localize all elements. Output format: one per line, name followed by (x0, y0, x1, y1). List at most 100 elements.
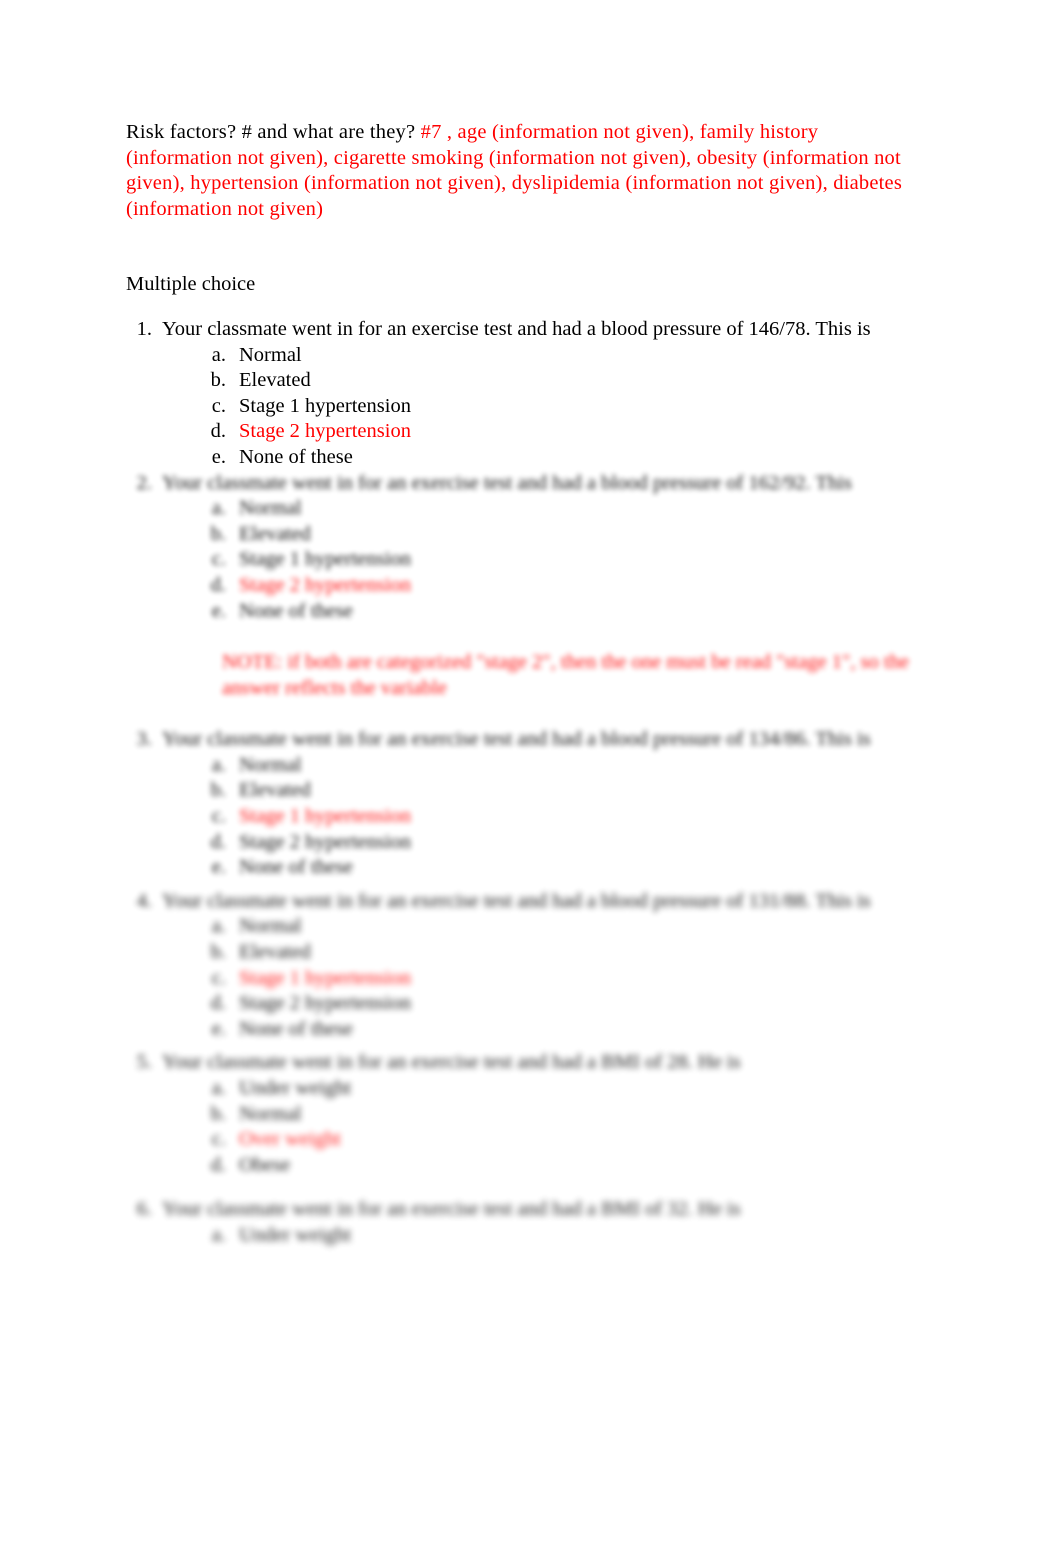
option-letter: c. (211, 394, 226, 417)
option-text: Over weight (239, 1128, 341, 1151)
question-text: Your classmate went in for an exercise t… (162, 317, 871, 340)
option-text: Stage 1 hypertension (239, 548, 411, 571)
option-text: Stage 2 hypertension (239, 573, 411, 596)
option-letter: d. (210, 420, 226, 443)
question-item: 1. Your classmate went in for an exercis… (126, 317, 926, 471)
option-letter: b. (210, 1102, 226, 1125)
option-text: Elevated (239, 779, 311, 802)
option-item[interactable]: b. Elevated (126, 368, 926, 394)
document-page: Risk factors? # and what are they? #7 , … (0, 0, 1062, 1561)
option-text: Normal (239, 343, 302, 366)
option-letter: a. (211, 753, 226, 776)
option-letter: c. (211, 966, 226, 989)
option-item[interactable]: c. Stage 1 hypertension (126, 547, 926, 573)
option-item[interactable]: e. None of these (126, 1017, 926, 1043)
option-item[interactable]: e. None of these (126, 445, 926, 471)
option-letter: e. (211, 1017, 226, 1040)
option-item[interactable]: b. Elevated (126, 940, 926, 966)
option-list: a. Normal b. Elevated c. Stage 1 hyperte… (126, 753, 926, 881)
option-text: Elevated (239, 369, 311, 392)
question-number: 4. (136, 889, 152, 912)
option-text: Stage 2 hypertension (239, 420, 411, 443)
option-letter: e. (211, 445, 226, 468)
option-text: Normal (239, 753, 302, 776)
option-text: Stage 2 hypertension (239, 992, 411, 1015)
question-number: 6. (136, 1198, 152, 1221)
question-number: 1. (136, 317, 152, 340)
option-letter: b. (210, 779, 226, 802)
option-letter: e. (211, 856, 226, 879)
intro-paragraph: Risk factors? # and what are they? #7 , … (126, 120, 926, 222)
option-item[interactable]: a. Normal (126, 496, 926, 522)
question-text: Your classmate went in for an exercise t… (162, 1051, 741, 1074)
option-item[interactable]: e. None of these (126, 855, 926, 881)
option-item[interactable]: a. Normal (126, 753, 926, 779)
option-item-selected[interactable]: d. Stage 2 hypertension (126, 419, 926, 445)
option-item-selected[interactable]: c. Stage 1 hypertension (126, 804, 926, 830)
option-text: Elevated (239, 522, 311, 545)
option-text: Normal (239, 1102, 302, 1125)
question-stem: 4. Your classmate went in for an exercis… (126, 889, 926, 915)
option-text: Stage 1 hypertension (239, 805, 411, 828)
question-text: Your classmate went in for an exercise t… (162, 728, 871, 751)
question-stem: 1. Your classmate went in for an exercis… (126, 317, 926, 343)
option-item[interactable]: b. Normal (126, 1102, 926, 1128)
option-text: None of these (239, 445, 353, 468)
option-list: a. Normal b. Elevated c. Stage 1 hyperte… (126, 343, 926, 471)
option-item[interactable]: e. None of these (126, 599, 926, 625)
option-letter: a. (211, 343, 226, 366)
intro-prompt: Risk factors? # and what are they? (126, 121, 416, 143)
option-text: Obese (239, 1153, 291, 1176)
option-text: Stage 1 hypertension (239, 394, 411, 417)
question-item: 4. Your classmate went in for an exercis… (126, 889, 926, 1043)
option-item[interactable]: c. Stage 1 hypertension (126, 394, 926, 420)
option-list: a. Normal b. Elevated c. Stage 1 hyperte… (126, 496, 926, 624)
option-text: Normal (239, 497, 302, 520)
question-number: 2. (136, 471, 152, 494)
question-number: 5. (136, 1051, 152, 1074)
question-text: Your classmate went in for an exercise t… (162, 889, 871, 912)
question-list: 1. Your classmate went in for an exercis… (126, 317, 926, 1249)
question-text: Your classmate went in for an exercise t… (162, 471, 852, 494)
question-item: 6. Your classmate went in for an exercis… (126, 1197, 926, 1248)
section-heading-multiple-choice: Multiple choice (126, 273, 256, 296)
question-stem: 3. Your classmate went in for an exercis… (126, 727, 926, 753)
option-letter: c. (211, 548, 226, 571)
question-item: 3. Your classmate went in for an exercis… (126, 727, 926, 881)
option-letter: a. (211, 1077, 226, 1099)
option-item[interactable]: b. Elevated (126, 522, 926, 548)
option-item-selected[interactable]: d. Stage 2 hypertension (126, 573, 926, 599)
option-letter: b. (210, 941, 226, 964)
option-text: Stage 1 hypertension (239, 966, 411, 989)
option-item-selected[interactable]: c. Stage 1 hypertension (126, 966, 926, 992)
option-letter: e. (211, 599, 226, 622)
option-letter: b. (210, 522, 226, 545)
question-stem: 6. Your classmate went in for an exercis… (126, 1197, 926, 1223)
option-item[interactable]: a. Under weight (126, 1223, 926, 1249)
option-item[interactable]: d. Obese (126, 1153, 926, 1179)
option-text: Elevated (239, 941, 311, 964)
option-letter: d. (210, 830, 226, 853)
option-letter: c. (211, 805, 226, 828)
option-text: Under weight (239, 1223, 352, 1246)
option-item[interactable]: a. Under weight (126, 1076, 926, 1102)
question-item: 2. Your classmate went in for an exercis… (126, 471, 926, 702)
option-item[interactable]: d. Stage 2 hypertension (126, 991, 926, 1017)
option-text: Normal (239, 915, 302, 938)
question-item: 5. Your classmate went in for an exercis… (126, 1050, 926, 1178)
option-item[interactable]: a. Normal (126, 914, 926, 940)
option-letter: a. (211, 1223, 226, 1246)
option-item[interactable]: d. Stage 2 hypertension (126, 830, 926, 856)
option-list: a. Normal b. Elevated c. Stage 1 hyperte… (126, 914, 926, 1042)
option-letter: d. (210, 573, 226, 596)
option-item[interactable]: b. Elevated (126, 778, 926, 804)
option-text: None of these (239, 599, 353, 622)
option-item-selected[interactable]: c. Over weight (126, 1127, 926, 1153)
answer-note: NOTE: if both are categorized "stage 2",… (222, 651, 909, 699)
option-letter: c. (211, 1128, 226, 1151)
option-list: a. Under weight (126, 1223, 926, 1249)
option-item[interactable]: a. Normal (126, 343, 926, 369)
option-letter: b. (210, 369, 226, 392)
question-stem: 2. Your classmate went in for an exercis… (126, 471, 926, 497)
